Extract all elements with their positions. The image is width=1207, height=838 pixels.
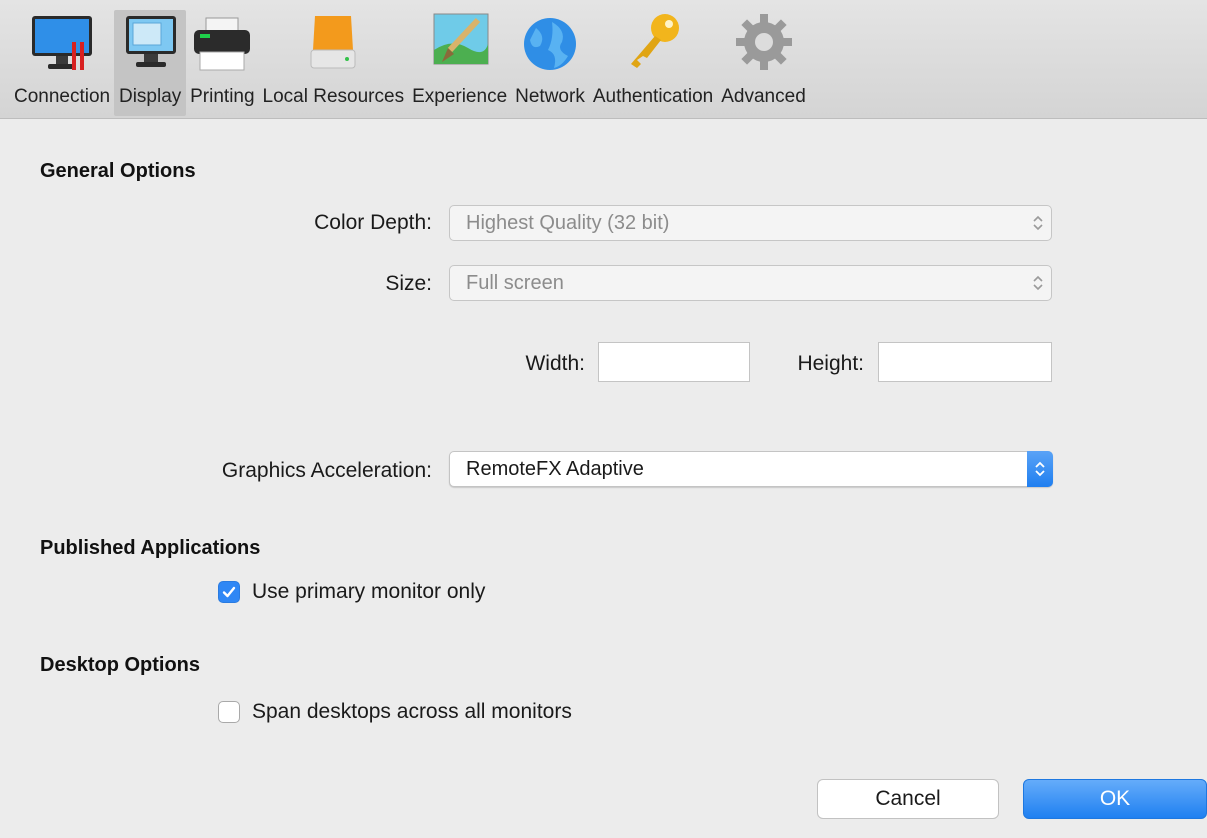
tab-printing[interactable]: Printing <box>186 10 258 116</box>
ok-button[interactable]: OK <box>1023 779 1207 819</box>
size-popup[interactable]: Full screen <box>449 265 1052 301</box>
graphics-acceleration-popup[interactable]: RemoteFX Adaptive <box>449 451 1053 487</box>
monitor-connection-icon <box>30 10 94 74</box>
printer-icon <box>190 10 254 74</box>
tab-advanced-label: Advanced <box>721 86 806 107</box>
popup-arrow-button <box>1027 451 1053 487</box>
tab-display[interactable]: Display <box>114 10 187 116</box>
tab-authentication[interactable]: Authentication <box>589 10 717 116</box>
tab-advanced[interactable]: Advanced <box>717 10 810 116</box>
cancel-button[interactable]: Cancel <box>817 779 999 819</box>
tab-display-label: Display <box>118 86 182 107</box>
width-label: Width: <box>525 352 585 375</box>
tab-local-resources[interactable]: Local Resources <box>259 10 409 116</box>
span-desktops-checkbox[interactable] <box>218 701 240 723</box>
popup-arrows-icon <box>1035 461 1045 477</box>
desktop-options-title: Desktop Options <box>40 654 201 676</box>
tab-experience-label: Experience <box>412 86 508 107</box>
popup-arrows-icon <box>1033 215 1043 231</box>
checkmark-icon <box>222 586 236 598</box>
paintbrush-icon <box>428 10 492 74</box>
tab-connection-label: Connection <box>14 86 111 107</box>
tab-connection[interactable]: Connection <box>10 10 114 116</box>
toolbar-tabs: Connection Display Printing Local Resour… <box>10 10 810 116</box>
color-depth-popup[interactable]: Highest Quality (32 bit) <box>449 205 1052 241</box>
color-depth-label: Color Depth: <box>314 211 432 234</box>
general-options-title: General Options <box>40 160 196 182</box>
gear-icon <box>732 10 796 74</box>
tab-local-resources-label: Local Resources <box>262 86 405 107</box>
tab-printing-label: Printing <box>190 86 255 107</box>
tab-authentication-label: Authentication <box>592 86 714 107</box>
width-field[interactable] <box>598 342 750 382</box>
color-depth-value: Highest Quality (32 bit) <box>466 212 670 234</box>
graphics-acceleration-value: RemoteFX Adaptive <box>466 458 644 480</box>
tab-experience[interactable]: Experience <box>408 10 511 116</box>
key-icon <box>621 10 685 74</box>
height-label: Height: <box>797 352 864 375</box>
drive-icon <box>301 10 365 74</box>
graphics-acceleration-label: Graphics Acceleration: <box>221 459 432 482</box>
primary-monitor-checkbox[interactable] <box>218 581 240 603</box>
display-icon <box>118 10 182 74</box>
tab-network[interactable]: Network <box>511 10 589 116</box>
toolbar: Connection Display Printing Local Resour… <box>0 0 1207 119</box>
globe-icon <box>518 10 582 74</box>
primary-monitor-row[interactable]: Use primary monitor only <box>218 580 485 604</box>
span-desktops-row[interactable]: Span desktops across all monitors <box>218 700 572 724</box>
span-desktops-label: Span desktops across all monitors <box>252 700 572 723</box>
size-label: Size: <box>385 272 432 295</box>
primary-monitor-label: Use primary monitor only <box>252 580 486 603</box>
tab-network-label: Network <box>515 86 585 107</box>
popup-arrows-icon <box>1033 275 1043 291</box>
size-value: Full screen <box>466 272 564 294</box>
height-field[interactable] <box>878 342 1052 382</box>
published-applications-title: Published Applications <box>40 537 261 559</box>
